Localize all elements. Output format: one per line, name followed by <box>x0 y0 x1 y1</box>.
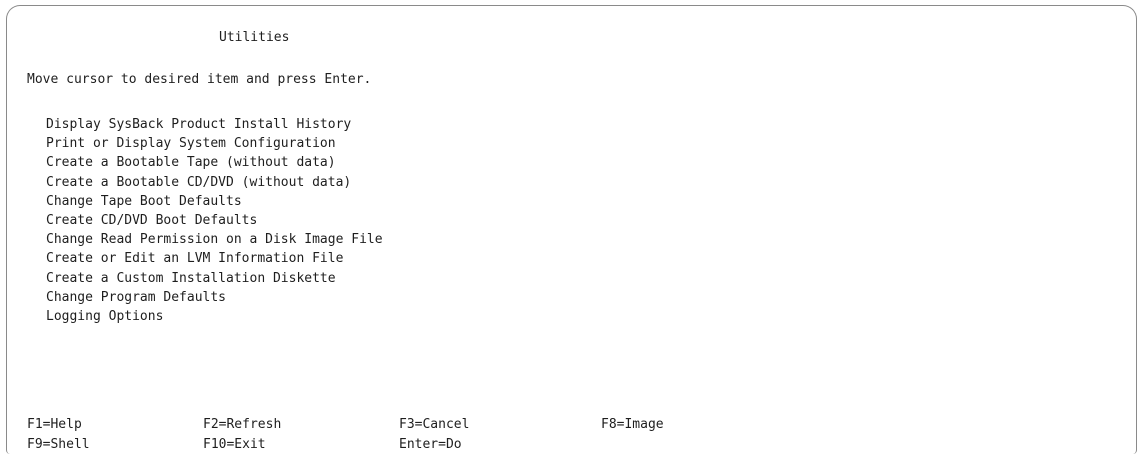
menu-item-create-cd-dvd-boot-defaults[interactable]: Create CD/DVD Boot Defaults <box>46 211 383 230</box>
f3-cancel-key[interactable]: F3=Cancel <box>399 415 469 435</box>
menu-item-create-bootable-tape[interactable]: Create a Bootable Tape (without data) <box>46 153 383 172</box>
screen-title: Utilities <box>219 30 290 45</box>
function-key-row: F9=Shell F10=Exit Enter=Do <box>27 435 827 455</box>
utilities-menu: Display SysBack Product Install History … <box>46 115 383 326</box>
menu-item-logging-options[interactable]: Logging Options <box>46 307 383 326</box>
menu-item-change-program-defaults[interactable]: Change Program Defaults <box>46 288 383 307</box>
menu-item-custom-installation-diskette[interactable]: Create a Custom Installation Diskette <box>46 269 383 288</box>
menu-item-display-sysback-install-history[interactable]: Display SysBack Product Install History <box>46 115 383 134</box>
enter-do-key[interactable]: Enter=Do <box>399 435 462 455</box>
f1-help-key[interactable]: F1=Help <box>27 415 82 435</box>
function-key-bar: F1=Help F2=Refresh F3=Cancel F8=Image F9… <box>27 415 827 455</box>
instruction-text: Move cursor to desired item and press En… <box>27 72 372 87</box>
f2-refresh-key[interactable]: F2=Refresh <box>203 415 281 435</box>
terminal-screen: Utilities Move cursor to desired item an… <box>6 5 1137 454</box>
f10-exit-key[interactable]: F10=Exit <box>203 435 266 455</box>
menu-item-change-read-permission[interactable]: Change Read Permission on a Disk Image F… <box>46 230 383 249</box>
function-key-row: F1=Help F2=Refresh F3=Cancel F8=Image <box>27 415 827 435</box>
menu-item-change-tape-boot-defaults[interactable]: Change Tape Boot Defaults <box>46 192 383 211</box>
f8-image-key[interactable]: F8=Image <box>601 415 664 435</box>
f9-shell-key[interactable]: F9=Shell <box>27 435 90 455</box>
menu-item-create-bootable-cd-dvd[interactable]: Create a Bootable CD/DVD (without data) <box>46 173 383 192</box>
menu-item-lvm-information-file[interactable]: Create or Edit an LVM Information File <box>46 249 383 268</box>
menu-item-print-display-system-configuration[interactable]: Print or Display System Configuration <box>46 134 383 153</box>
